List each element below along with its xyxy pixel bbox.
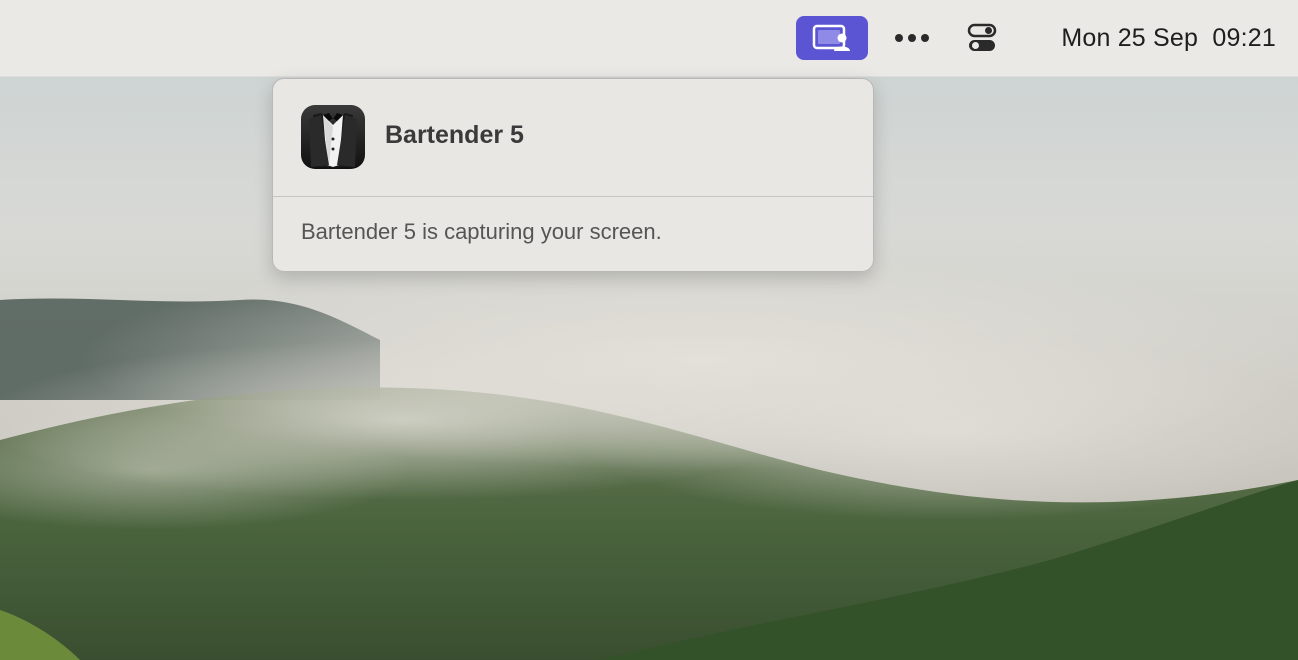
popover-divider: [273, 196, 873, 197]
popover-app-row[interactable]: Bartender 5: [273, 79, 873, 197]
bartender-tuxedo-icon: [301, 105, 365, 169]
popover-app-name[interactable]: Bartender 5: [385, 121, 524, 150]
screen-sharing-button[interactable]: [796, 16, 868, 60]
popover-capture-message: Bartender 5 is capturing your screen.: [301, 219, 662, 244]
menu-bar-clock[interactable]: Mon 25 Sep 09:21: [1020, 18, 1276, 58]
screen-capture-popover: Bartender 5 Bartender 5 is capturing you…: [272, 78, 874, 272]
ellipsis-icon: [895, 34, 929, 42]
more-menu-button[interactable]: [888, 18, 936, 58]
control-center-icon: [967, 23, 997, 51]
menu-bar: Mon 25 Sep 09:21: [0, 0, 1298, 77]
screen-sharing-icon: [812, 24, 850, 51]
control-center-button[interactable]: [960, 16, 1004, 60]
desktop: Mon 25 Sep 09:21 Bartender 5 Bartender 5…: [0, 0, 1298, 660]
